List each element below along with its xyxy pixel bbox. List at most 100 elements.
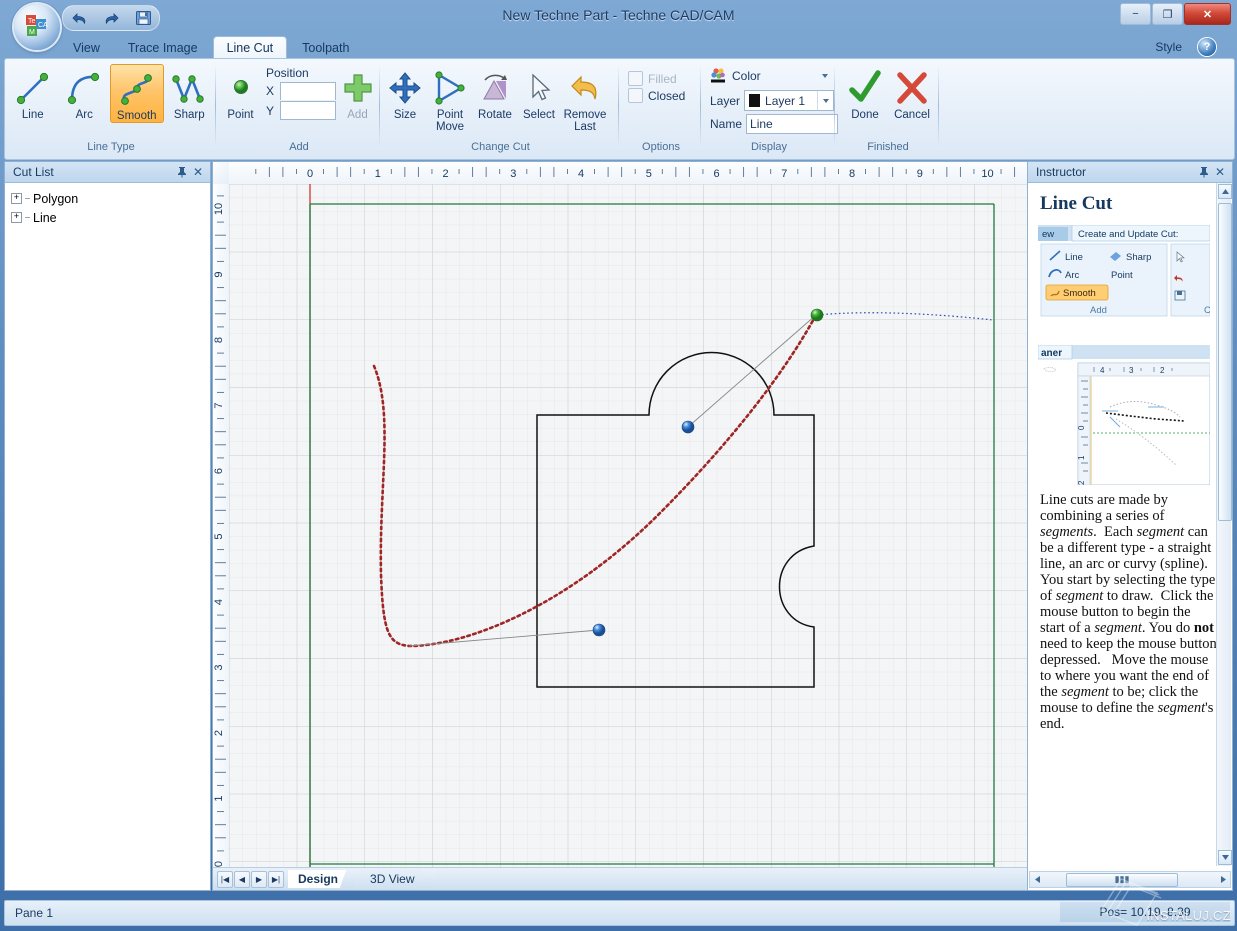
close-icon[interactable]: ✕ (1212, 164, 1228, 180)
layer-combobox[interactable]: Layer 1 (744, 90, 834, 111)
remove-last-label: Remove Last (561, 109, 609, 133)
save-icon (135, 10, 152, 26)
tab-line-cut[interactable]: Line Cut (213, 36, 288, 59)
rotate-label: Rotate (478, 109, 512, 121)
ribbon-group-add: Point Position X Y (219, 61, 379, 155)
group-label-finished: Finished (838, 141, 938, 153)
tab-trace-image[interactable]: Trace Image (115, 38, 211, 59)
arc-tool-button[interactable]: Arc (59, 64, 111, 121)
tree-item-line[interactable]: + Line (11, 208, 210, 227)
svg-text:3: 3 (213, 664, 225, 670)
horizontal-ruler-ticks: 012345678910 (229, 162, 1031, 184)
y-input[interactable] (280, 101, 336, 120)
svg-text:Line: Line (1065, 252, 1083, 263)
tab-toolpath[interactable]: Toolpath (289, 38, 362, 59)
rotate-button[interactable]: Rotate (473, 64, 517, 121)
smooth-icon (117, 69, 157, 109)
redo-button[interactable] (101, 8, 121, 28)
svg-text:Create and Update Cut:: Create and Update Cut: (1078, 229, 1178, 240)
scroll-left-button[interactable] (1030, 876, 1044, 883)
redo-dropdown[interactable] (122, 8, 132, 28)
status-bar: Pane 1 Pos= 10.19, 8.39 (4, 900, 1235, 926)
style-label[interactable]: Style (1155, 40, 1182, 54)
application-window: New Techne Part - Techne CAD/CAM Te CA M (0, 0, 1237, 931)
name-label: Name (710, 117, 742, 131)
layer-color-swatch (749, 94, 760, 107)
group-label-options: Options (622, 141, 700, 153)
vertical-ruler-ticks: 012345678910 (213, 184, 229, 868)
status-pane-label: Pane 1 (5, 906, 53, 920)
chevron-down-icon[interactable] (822, 74, 828, 78)
instructor-vertical-scrollbar[interactable] (1216, 183, 1231, 866)
size-button[interactable]: Size (383, 64, 427, 121)
figure-ribbon-svg: ew Create and Update Cut: Line Sharp Arc (1038, 225, 1210, 337)
redo-icon (103, 11, 120, 26)
smooth-tool-button[interactable]: Smooth (110, 64, 164, 123)
point-icon (226, 68, 256, 108)
color-row[interactable]: Color (710, 66, 828, 86)
closed-checkbox[interactable] (628, 88, 643, 103)
instructor-horizontal-scrollbar[interactable]: ▮▮▮ (1029, 871, 1231, 888)
scroll-up-button[interactable] (1218, 184, 1232, 199)
sharp-tool-button[interactable]: Sharp (164, 64, 216, 121)
remove-last-button[interactable]: Remove Last (561, 64, 609, 133)
tree-connector (25, 217, 30, 218)
name-input[interactable]: Line (746, 114, 838, 134)
undo-dropdown[interactable] (90, 8, 100, 28)
application-menu-button[interactable]: Te CA M (14, 4, 60, 50)
nav-next-button[interactable]: ▶ (251, 871, 267, 888)
close-button[interactable]: ✕ (1184, 3, 1231, 25)
svg-text:1: 1 (375, 168, 381, 180)
filled-checkbox[interactable] (628, 71, 643, 86)
point-move-button[interactable]: Point Move (427, 64, 473, 133)
add-point-button[interactable]: Add (336, 64, 379, 121)
expander-icon[interactable]: + (11, 193, 22, 204)
filled-checkbox-row[interactable]: Filled (628, 71, 677, 86)
maximize-button[interactable]: ❐ (1152, 3, 1183, 25)
x-input[interactable] (280, 82, 336, 100)
instructor-hscroll-thumb[interactable]: ▮▮▮ (1066, 873, 1178, 887)
done-button[interactable]: Done (842, 64, 888, 121)
scroll-down-button[interactable] (1218, 850, 1232, 865)
remove-last-icon (568, 68, 602, 108)
pin-icon[interactable] (1196, 164, 1212, 180)
scroll-right-button[interactable] (1216, 876, 1230, 883)
svg-text:Add: Add (1090, 305, 1107, 316)
undo-button[interactable] (69, 8, 89, 28)
instructor-scroll-thumb[interactable] (1218, 203, 1232, 521)
y-label: Y (266, 104, 276, 118)
svg-text:M: M (29, 29, 35, 36)
drawing-surface[interactable] (229, 184, 1031, 868)
line-tool-button[interactable]: Line (7, 64, 59, 121)
control-point (593, 624, 605, 636)
x-label: X (266, 84, 276, 98)
ribbon-group-options: Filled Closed Options (622, 61, 700, 155)
tab-view[interactable]: View (60, 38, 113, 59)
cancel-button[interactable]: Cancel (888, 64, 936, 121)
nav-last-button[interactable]: ▶| (268, 871, 284, 888)
select-button[interactable]: Select (517, 64, 561, 121)
chevron-down-icon[interactable] (817, 91, 833, 110)
tree-connector (25, 198, 30, 199)
start-point (811, 309, 823, 321)
pin-icon[interactable] (174, 164, 190, 180)
cut-list-tree: + Polygon + Line (5, 183, 210, 227)
expander-icon[interactable]: + (11, 212, 22, 223)
sheet-tab-label: Design (298, 872, 338, 886)
sheet-tab-3d-view[interactable]: 3D View (360, 870, 426, 888)
group-label-add: Add (219, 141, 379, 153)
closed-checkbox-row[interactable]: Closed (628, 88, 685, 103)
nav-first-button[interactable]: |◀ (217, 871, 233, 888)
point-tool-button[interactable]: Point (219, 64, 262, 121)
minimize-button[interactable]: − (1120, 3, 1151, 25)
nav-prev-button[interactable]: ◀ (234, 871, 250, 888)
qat-customize-button[interactable] (176, 8, 186, 28)
group-separator (379, 65, 380, 147)
tree-item-polygon[interactable]: + Polygon (11, 189, 210, 208)
help-icon[interactable]: ? (1198, 38, 1216, 56)
instructor-text: Line cuts are made by combining a series… (1028, 488, 1232, 732)
sheet-tab-design[interactable]: Design (288, 870, 350, 888)
sharp-tool-label: Sharp (174, 109, 205, 121)
save-button[interactable] (133, 8, 153, 28)
close-icon[interactable]: ✕ (190, 164, 206, 180)
